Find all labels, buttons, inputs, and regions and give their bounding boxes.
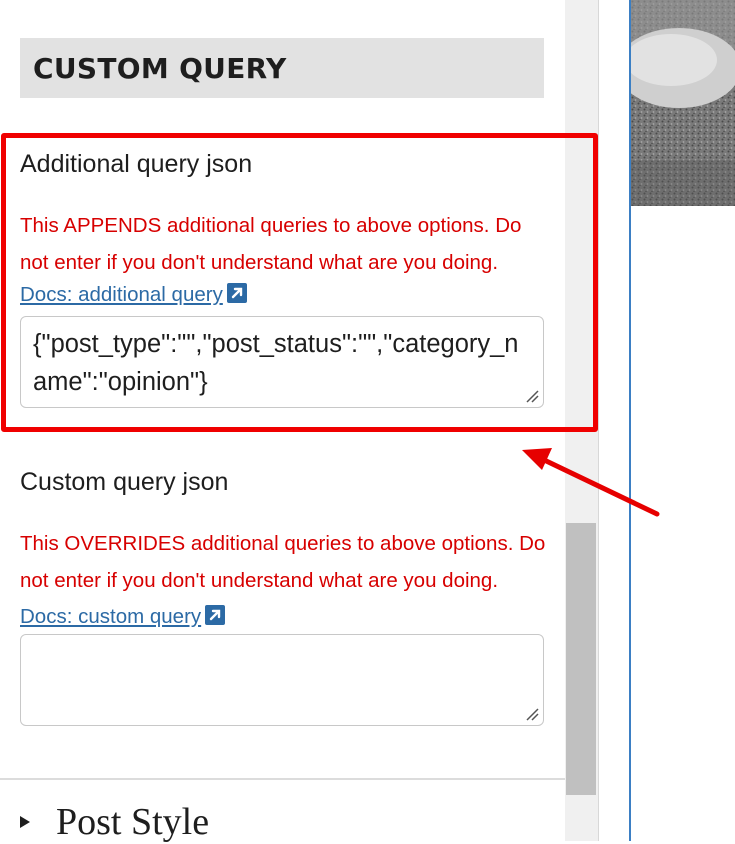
additional-query-warning: This APPENDS additional queries to above… (20, 214, 522, 274)
docs-additional-query-link[interactable]: Docs: additional query (20, 283, 223, 306)
additional-query-json-input[interactable]: {"post_type":"","post_status":"","catego… (20, 316, 544, 408)
custom-query-json-input[interactable] (20, 634, 544, 726)
divider (0, 778, 565, 780)
preview-image (631, 0, 735, 206)
external-link-icon[interactable] (226, 283, 247, 303)
external-link-icon[interactable] (205, 605, 226, 625)
triangle-right-icon (20, 816, 30, 828)
custom-query-warning: This OVERRIDES additional queries to abo… (20, 532, 546, 592)
docs-custom-query-link[interactable]: Docs: custom query (20, 605, 201, 628)
section-title: CUSTOM QUERY (33, 51, 287, 85)
resize-grip-icon[interactable] (525, 389, 539, 403)
additional-query-label: Additional query json (20, 150, 253, 178)
preview-frame-edge (629, 0, 631, 841)
additional-query-help: This APPENDS additional queries to above… (20, 208, 548, 318)
post-style-toggle[interactable]: Post Style (20, 800, 209, 844)
post-style-label: Post Style (56, 801, 210, 843)
scrollbar-thumb[interactable] (566, 523, 596, 795)
custom-query-label: Custom query json (20, 468, 229, 496)
section-header-custom-query: CUSTOM QUERY (20, 38, 544, 98)
custom-query-help: This OVERRIDES additional queries to abo… (20, 526, 548, 636)
additional-query-json-value: {"post_type":"","post_status":"","catego… (33, 330, 519, 396)
resize-grip-icon[interactable] (525, 707, 539, 721)
settings-panel: CUSTOM QUERY Additional query json This … (0, 0, 565, 844)
